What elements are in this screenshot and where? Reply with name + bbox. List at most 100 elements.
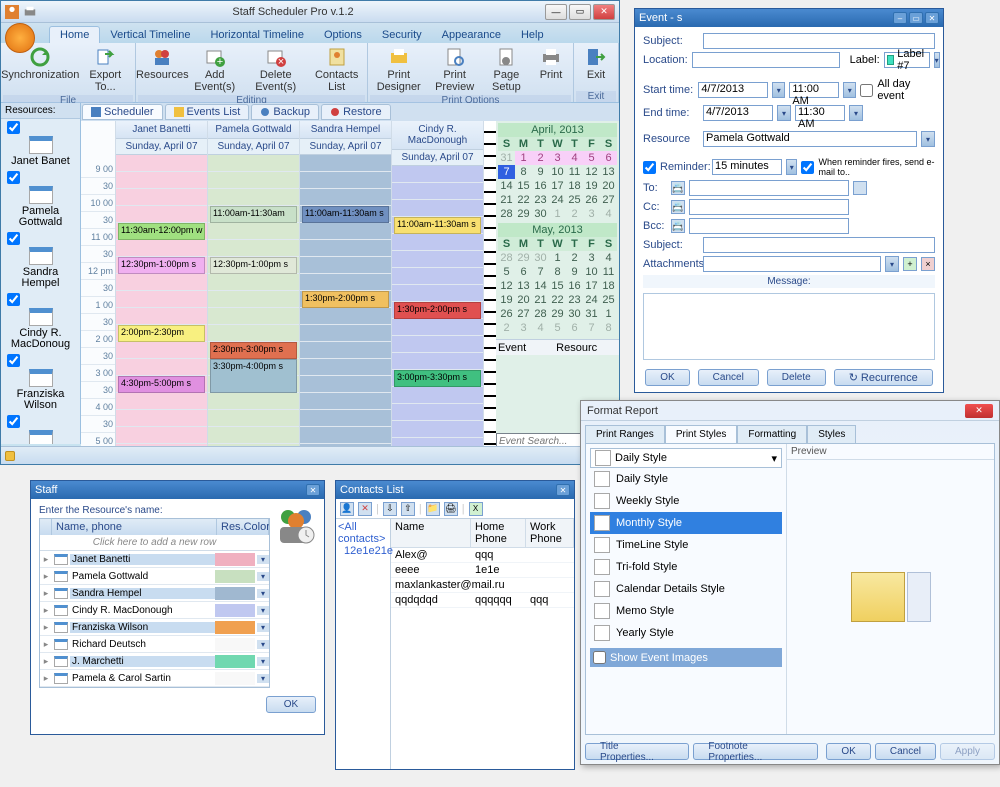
appointment[interactable]: 1:30pm-2:00pm s [302,291,389,308]
schedule-body[interactable]: 11:00am-11:30am s1:30pm-2:00pm s3:00pm-3… [392,166,483,450]
contacts-button[interactable]: Contacts List [308,45,364,95]
bcc-addressbook-icon[interactable]: 📇 [671,219,685,233]
appointment[interactable]: 11:00am-11:30am [210,206,297,223]
format-apply-button[interactable]: Apply [940,743,995,760]
maximize-button[interactable]: ▭ [569,4,591,20]
print-button[interactable]: Print [531,45,571,95]
ribbon-tab-appearance[interactable]: Appearance [432,27,511,43]
mini-cal-april[interactable]: April, 2013 SMTWTFS311234567891011121314… [498,123,617,221]
end-date-input[interactable]: 4/7/2013 [703,105,773,121]
email-subject-input[interactable] [703,237,935,253]
staff-row[interactable]: ▸Pamela Gottwald▾ [40,568,269,585]
start-time-input[interactable]: 11:00 AM [789,82,839,98]
to-addressbook-icon[interactable]: 📇 [671,181,685,195]
contact-export-icon[interactable]: ⇧ [401,502,415,516]
style-item[interactable]: Memo Style [590,600,782,622]
staff-row[interactable]: ▸Richard Deutsch▾ [40,636,269,653]
staff-row[interactable]: ▸Janet Banetti▾ [40,551,269,568]
delete-event-button[interactable]: ×Delete Event(s) [243,45,308,95]
print-preview-button[interactable]: Print Preview [428,45,482,95]
ribbon-tab-options[interactable]: Options [314,27,372,43]
color-dropdown[interactable]: ▾ [257,674,269,683]
show-event-images-option[interactable]: Show Event Images [590,648,782,667]
color-dropdown[interactable]: ▾ [257,657,269,666]
export-button[interactable]: Export To... [77,45,133,95]
appointment[interactable]: 4:30pm-5:00pm s [118,376,205,393]
close-button[interactable]: ✕ [593,4,615,20]
mini-cal-may[interactable]: May, 2013 SMTWTFS28293012345678910111213… [498,223,617,335]
ribbon-tab-htimeline[interactable]: Horizontal Timeline [200,27,314,43]
start-time-dd[interactable]: ▾ [843,82,856,98]
color-dropdown[interactable]: ▾ [257,589,269,598]
resource-checkbox[interactable] [7,415,20,428]
appointment[interactable]: 12:30pm-1:00pm s [210,257,297,274]
contact-row[interactable]: maxlankaster@mail.ru [391,578,574,593]
resource-item[interactable]: Pamela Gottwald [3,171,78,228]
resource-checkbox[interactable] [7,354,20,367]
style-combo[interactable]: Daily Style▾ [590,448,782,468]
minimize-button[interactable]: — [545,4,567,20]
appointment[interactable]: 2:00pm-2:30pm [118,325,205,342]
bcc-input[interactable] [689,218,849,234]
schedule-body[interactable]: 11:00am-11:30am s 1:30pm-2:00pm s [300,155,391,450]
staff-close-button[interactable]: ✕ [306,484,320,496]
app-menu-orb[interactable] [5,23,35,53]
reminder-value[interactable]: 15 minutes [712,159,782,175]
format-ok-button[interactable]: OK [826,743,870,760]
to-input[interactable] [689,180,849,196]
contacts-close-button[interactable]: ✕ [556,484,570,496]
attach-remove-icon[interactable]: × [921,257,935,271]
style-item[interactable]: Daily Style [590,468,782,490]
style-item[interactable]: TimeLine Style [590,534,782,556]
resource-item[interactable]: Cindy R. MacDonoug [3,293,78,350]
appointment[interactable]: 11:30am-12:00pm w [118,223,205,240]
resource-dd-arrow[interactable]: ▾ [921,131,935,147]
cc-addressbook-icon[interactable]: 📇 [671,200,685,214]
contact-folder-icon[interactable]: 📁 [426,502,440,516]
contact-import-icon[interactable]: ⇩ [383,502,397,516]
color-dropdown[interactable]: ▾ [257,555,269,564]
tab-backup[interactable]: Backup [251,104,319,120]
allday-checkbox[interactable] [860,84,873,97]
appointment[interactable]: 3:00pm-3:30pm s [394,370,481,387]
print-icon[interactable] [23,5,37,19]
appointment[interactable]: 3:30pm-4:00pm s [210,359,297,393]
event-delete-button[interactable]: Delete [767,369,826,386]
staff-ok-button[interactable]: OK [266,696,316,713]
attachments-input[interactable] [703,256,881,272]
resource-checkbox[interactable] [7,232,20,245]
appointment[interactable]: 11:00am-11:30am s [302,206,389,223]
resource-item[interactable]: Janet Banet [3,121,78,167]
ribbon-tab-security[interactable]: Security [372,27,432,43]
end-time-input[interactable]: 11:30 AM [795,105,845,121]
staff-row[interactable]: ▸Pamela & Carol Sartin▾ [40,670,269,687]
resource-checkbox[interactable] [7,293,20,306]
show-images-checkbox[interactable] [593,651,606,664]
cc-input[interactable] [689,199,849,215]
event-close-button[interactable]: ✕ [925,12,939,24]
tab-styles[interactable]: Styles [807,425,856,443]
reminder-email-checkbox[interactable] [801,161,814,174]
sync-button[interactable]: Synchronization [3,45,77,95]
ribbon-tab-vtimeline[interactable]: Vertical Timeline [100,27,200,43]
style-item[interactable]: Weekly Style [590,490,782,512]
ribbon-tab-home[interactable]: Home [49,26,100,43]
resources-button[interactable]: Resources [138,45,186,95]
color-dropdown[interactable]: ▾ [257,606,269,615]
contact-excel-icon[interactable]: X [469,502,483,516]
label-dropdown[interactable]: Label #7 [884,52,930,68]
contact-row[interactable]: Alex@qqq [391,548,574,563]
tab-print-ranges[interactable]: Print Ranges [585,425,665,443]
subject-input[interactable] [703,33,935,49]
label-dropdown-arrow[interactable]: ▾ [934,52,940,68]
resource-item[interactable]: Sandra Hempel [3,232,78,289]
staff-add-row[interactable]: Click here to add a new row [40,535,269,551]
appointment[interactable]: 2:30pm-3:00pm s [210,342,297,359]
staff-row[interactable]: ▸Cindy R. MacDonough▾ [40,602,269,619]
ribbon-tab-help[interactable]: Help [511,27,554,43]
appointment[interactable]: 12:30pm-1:00pm s [118,257,205,274]
color-dropdown[interactable]: ▾ [257,623,269,632]
format-close-button[interactable]: ✕ [965,404,993,418]
contact-row[interactable]: qqdqdqdqqqqqqqqq [391,593,574,608]
style-item[interactable]: Calendar Details Style [590,578,782,600]
